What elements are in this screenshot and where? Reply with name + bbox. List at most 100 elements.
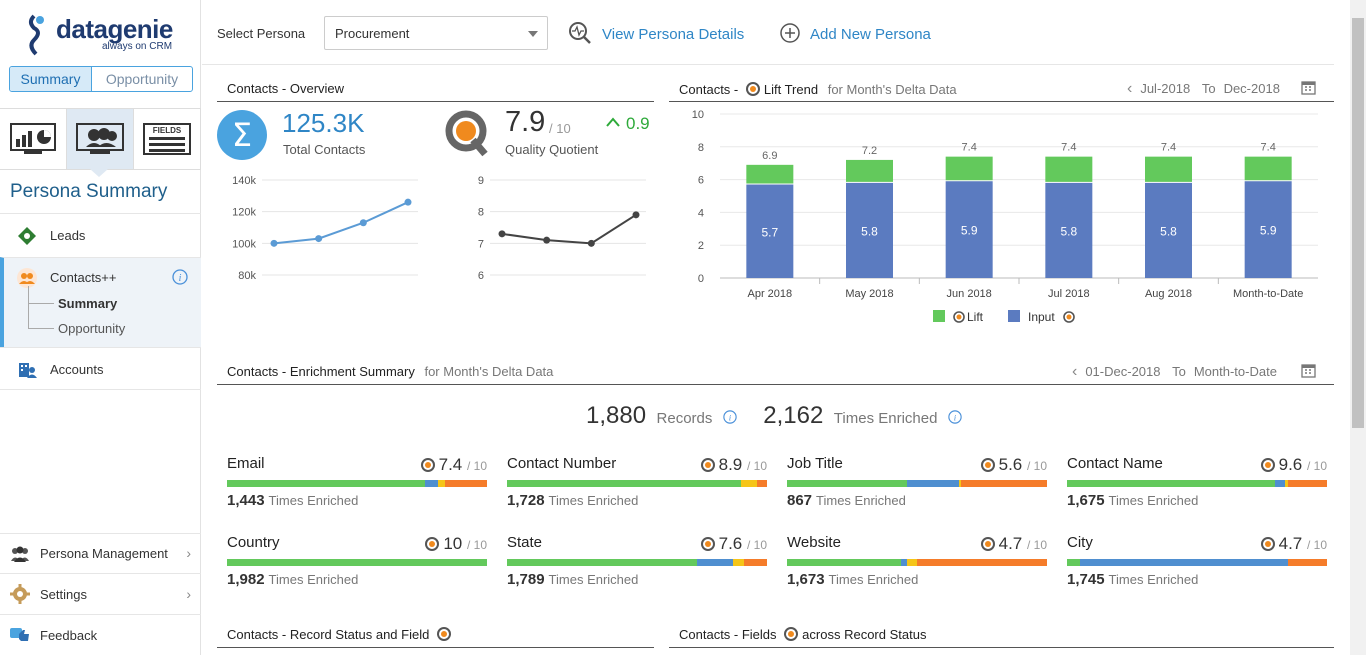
field-enriched-label: Times Enriched	[816, 493, 906, 508]
quality-quotient-label: Quality Quotient	[505, 142, 599, 157]
enrichment-field-card[interactable]: State 7.6 / 10 1,789 Times Enriched	[507, 534, 767, 594]
users-icon	[11, 546, 29, 562]
sidebar-item-label: Feedback	[40, 628, 98, 643]
bar-segment	[507, 480, 741, 487]
field-score-denominator: / 10	[466, 538, 487, 552]
data-point	[270, 239, 278, 247]
legend-quality-icon-dot	[1066, 314, 1072, 320]
sidebar-subitem-summary[interactable]: Summary	[58, 296, 117, 311]
field-score: 8.9 / 10	[700, 455, 767, 475]
bar-segment	[756, 480, 767, 487]
enrichment-title-main: Contacts - Enrichment Summary	[227, 364, 415, 379]
sidebar-item-settings[interactable]: Settings ›	[0, 573, 201, 614]
svg-text:Σ: Σ	[232, 116, 252, 154]
enrichment-date-range: ‹ 01-Dec-2018 To Month-to-Date	[1072, 363, 1277, 381]
y-tick-label: 6	[478, 270, 484, 282]
calendar-icon[interactable]	[1301, 80, 1316, 95]
section-underline	[217, 101, 654, 102]
persona-view-button[interactable]	[67, 109, 134, 169]
select-persona-label: Select Persona	[217, 26, 306, 41]
scrollbar-thumb[interactable]	[1352, 18, 1364, 428]
enrichment-from-date[interactable]: 01-Dec-2018	[1085, 364, 1160, 379]
sidebar-item-label: Contacts++	[50, 270, 117, 285]
x-tick-label: May 2018	[845, 288, 893, 300]
field-name: City	[1067, 534, 1093, 551]
view-toggle: Summary Opportunity	[9, 66, 193, 92]
enrichment-field-card[interactable]: Website 4.7 / 10 1,673 Times Enriched	[787, 534, 1047, 594]
sidebar-item-feedback[interactable]: Feedback	[0, 614, 201, 655]
accounts-icon	[19, 363, 37, 378]
enrichment-field-card[interactable]: City 4.7 / 10 1,745 Times Enriched	[1067, 534, 1327, 594]
bar-segment	[445, 480, 487, 487]
calendar-icon[interactable]	[1301, 363, 1316, 378]
records-label: Records	[656, 410, 713, 427]
view-icon-row: FIELDS	[0, 108, 201, 170]
lift-title-prefix: Contacts -	[679, 82, 739, 97]
fields-view-button[interactable]: FIELDS	[134, 109, 201, 169]
y-tick-label: 8	[698, 142, 704, 154]
datagenie-logo[interactable]: datagenie always on CRM	[26, 12, 186, 56]
field-enriched-label: Times Enriched	[268, 493, 359, 508]
toggle-summary[interactable]: Summary	[10, 67, 92, 91]
enrichment-field-card[interactable]: Email 7.4 / 10 1,443 Times Enriched	[227, 455, 487, 515]
field-score-denominator: / 10	[1026, 459, 1047, 473]
sidebar-item-accounts[interactable]: Accounts	[0, 347, 201, 390]
quality-quotient-value: 7.9	[505, 106, 546, 138]
bar-segment	[696, 559, 734, 566]
sidebar-subitem-opportunity[interactable]: Opportunity	[58, 321, 125, 336]
sidebar-item-label: Accounts	[50, 362, 104, 377]
dashboard-view-button[interactable]	[0, 109, 67, 169]
toggle-opportunity[interactable]: Opportunity	[92, 67, 192, 91]
persona-select[interactable]: Procurement	[324, 16, 548, 50]
enrichment-field-card[interactable]: Country 10 / 10 1,982 Times Enriched	[227, 534, 487, 594]
sidebar-item-leads[interactable]: Leads	[0, 213, 201, 257]
fields-record-status-title: Contacts - Fields across Record Status	[679, 627, 926, 642]
field-enriched-count: 1,673 Times Enriched	[787, 571, 919, 588]
sidebar-item-persona-management[interactable]: Persona Management ›	[0, 533, 201, 573]
enrichment-title: Contacts - Enrichment Summary for Month'…	[227, 364, 553, 379]
quality-quotient-icon	[445, 110, 488, 157]
y-tick-label: 80k	[238, 270, 256, 282]
y-tick-label: 8	[478, 207, 484, 219]
sidebar-item-contacts[interactable]: Contacts++ i Summary Opportunity	[0, 257, 201, 347]
data-point	[359, 219, 367, 227]
enrichment-to-date[interactable]: Month-to-Date	[1194, 364, 1277, 379]
bar-segment	[961, 480, 1047, 487]
enrichment-field-card[interactable]: Job Title 5.6 / 10 867 Times Enriched	[787, 455, 1047, 515]
vertical-scrollbar[interactable]	[1350, 0, 1366, 655]
field-name: Contact Name	[1067, 455, 1163, 472]
add-circle-icon[interactable]	[779, 22, 801, 44]
bar-segment	[733, 559, 744, 566]
lift-to-date[interactable]: Dec-2018	[1224, 81, 1280, 96]
enrichment-field-card[interactable]: Contact Number 8.9 / 10 1,728 Times Enriche…	[507, 455, 767, 515]
field-score-denominator: / 10	[1306, 538, 1327, 552]
arrow-up-icon	[606, 117, 620, 127]
field-name: Contact Number	[507, 455, 617, 472]
persona-details-search-icon[interactable]	[568, 21, 592, 45]
info-icon[interactable]: i	[723, 410, 737, 424]
field-name: Country	[227, 534, 280, 551]
x-tick-label: Aug 2018	[1145, 288, 1192, 300]
bar-segment	[1275, 480, 1286, 487]
view-persona-details-link[interactable]: View Persona Details	[602, 26, 744, 43]
info-icon[interactable]: i	[172, 269, 188, 285]
chevron-left-icon[interactable]: ‹	[1072, 363, 1077, 380]
info-icon[interactable]: i	[948, 410, 962, 424]
field-enriched-label: Times Enriched	[548, 493, 639, 508]
quality-quotient-icon	[745, 82, 760, 96]
y-tick-label: 9	[478, 175, 484, 187]
enrichment-field-card[interactable]: Contact Name 9.6 / 10 1,675 Times Enriched	[1067, 455, 1327, 515]
quality-quotient-icon	[1260, 458, 1275, 472]
tree-line	[28, 328, 54, 329]
y-tick-label: 10	[692, 109, 704, 121]
chevron-left-icon[interactable]: ‹	[1127, 80, 1132, 97]
lift-trend-title: Contacts - Lift Trend for Month's Delta …	[679, 82, 957, 97]
active-pointer-icon	[90, 169, 108, 177]
lift-from-date[interactable]: Jul-2018	[1140, 81, 1190, 96]
fields-icon: FIELDS	[143, 123, 191, 155]
field-score: 4.7 / 10	[980, 534, 1047, 554]
enrichment-totals: 1,880 Records i 2,162 Times Enriched i	[586, 402, 962, 430]
add-new-persona-link[interactable]: Add New Persona	[810, 26, 931, 43]
bar-segment	[227, 559, 487, 566]
tree-line	[28, 303, 54, 304]
